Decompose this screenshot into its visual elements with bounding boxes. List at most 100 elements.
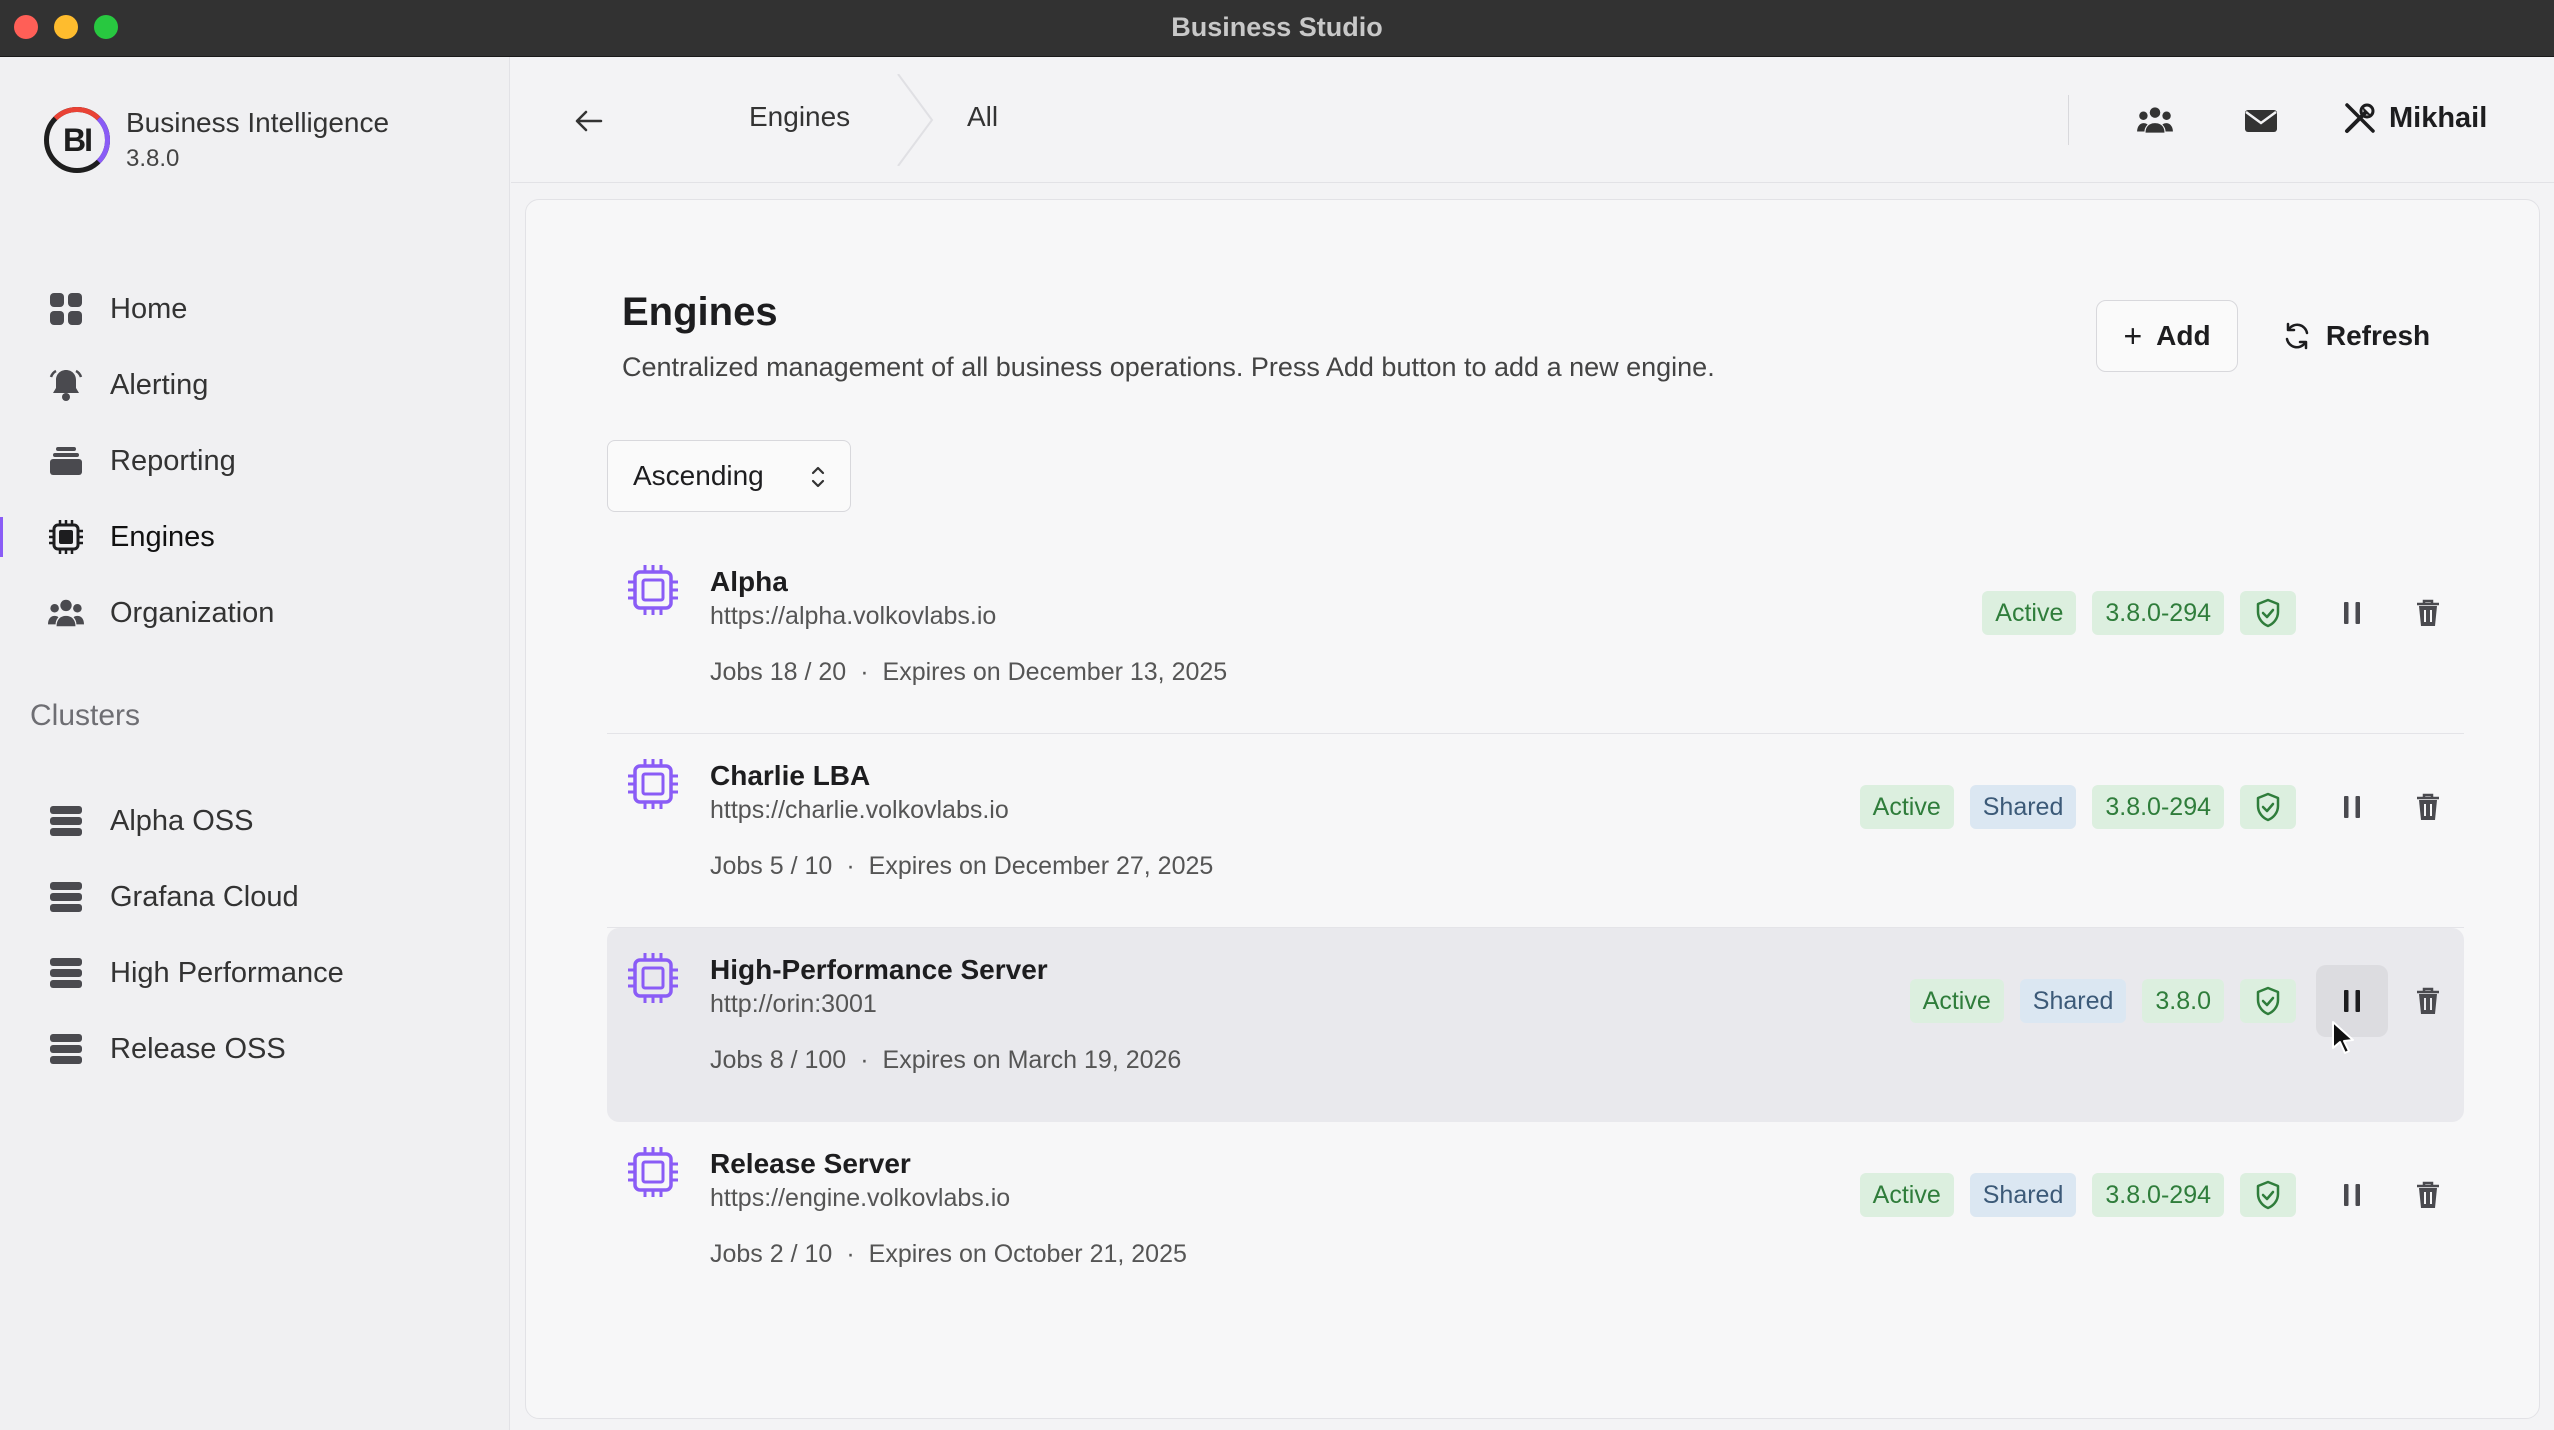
shared-badge: Shared bbox=[1969, 1173, 2077, 1217]
pause-icon bbox=[2344, 990, 2360, 1012]
engine-row[interactable]: High-Performance Server http://orin:3001… bbox=[607, 928, 2464, 1122]
shield-check-icon bbox=[2240, 979, 2296, 1023]
engine-name: Release Server bbox=[710, 1148, 911, 1179]
sidebar-item-high-performance[interactable]: High Performance bbox=[0, 935, 509, 1011]
sidebar-item-label: High Performance bbox=[110, 956, 344, 989]
breadcrumb-engines[interactable]: Engines bbox=[749, 101, 850, 133]
back-arrow-icon[interactable] bbox=[571, 103, 607, 139]
brand-name: Business Intelligence bbox=[126, 107, 390, 138]
breadcrumb-separator-icon bbox=[897, 74, 934, 166]
title-bar: Business Studio bbox=[0, 0, 2554, 57]
page-description: Centralized management of all business o… bbox=[622, 352, 1715, 382]
bell-icon bbox=[48, 367, 84, 403]
engine-chip-icon bbox=[628, 759, 678, 809]
mail-icon[interactable] bbox=[2241, 101, 2281, 141]
add-button-label: Add bbox=[2156, 320, 2211, 351]
engine-expires: Expires on March 19, 2026 bbox=[882, 1046, 1182, 1074]
add-button[interactable]: + Add bbox=[2096, 300, 2238, 372]
engine-name: Charlie LBA bbox=[710, 760, 871, 791]
status-badge: Active bbox=[1982, 591, 2077, 635]
plus-icon: + bbox=[2123, 317, 2143, 354]
version-badge: 3.8.0-294 bbox=[2092, 1173, 2224, 1217]
version-badge: 3.8.0-294 bbox=[2092, 785, 2224, 829]
engine-meta: Jobs 8 / 100 · Expires on March 19, 2026 bbox=[710, 1046, 1181, 1075]
engine-name: High-Performance Server bbox=[710, 954, 1048, 985]
trash-icon bbox=[2417, 599, 2439, 626]
meta-separator: · bbox=[860, 658, 869, 686]
shield-check-icon bbox=[2240, 1173, 2296, 1217]
sidebar-item-alerting[interactable]: Alerting bbox=[0, 347, 509, 423]
engine-expires: Expires on December 13, 2025 bbox=[882, 658, 1228, 686]
engine-chip-icon bbox=[628, 565, 678, 615]
engine-url[interactable]: https://alpha.volkovlabs.io bbox=[710, 602, 996, 631]
engine-chip-icon bbox=[628, 1147, 678, 1197]
chip-icon bbox=[48, 519, 84, 555]
grid-icon bbox=[48, 291, 84, 327]
engine-row[interactable]: Release Server https://engine.volkovlabs… bbox=[607, 1122, 2464, 1316]
server-icon bbox=[48, 1031, 84, 1067]
engine-url[interactable]: https://charlie.volkovlabs.io bbox=[710, 796, 1009, 825]
shared-badge: Shared bbox=[2019, 979, 2127, 1023]
sidebar-item-organization[interactable]: Organization bbox=[0, 575, 509, 651]
bi-logo-icon: BI bbox=[44, 107, 110, 173]
server-icon bbox=[48, 879, 84, 915]
mouse-pointer-icon bbox=[2332, 1021, 2354, 1054]
window-title: Business Studio bbox=[1171, 12, 1383, 42]
sidebar-item-engines[interactable]: Engines bbox=[0, 499, 509, 575]
engine-expires: Expires on December 27, 2025 bbox=[868, 852, 1214, 880]
stack-icon bbox=[48, 443, 84, 479]
header-divider bbox=[2068, 95, 2069, 145]
shared-badge: Shared bbox=[1969, 785, 2077, 829]
engine-actions: Active 3.8.0-294 bbox=[1982, 590, 2464, 636]
shield-check-icon bbox=[2240, 591, 2296, 635]
trash-icon bbox=[2417, 793, 2439, 820]
sort-select[interactable]: Ascending bbox=[607, 440, 851, 512]
sidebar-item-label: Release OSS bbox=[110, 1032, 286, 1065]
server-icon bbox=[48, 803, 84, 839]
engine-jobs: Jobs 5 / 10 bbox=[710, 852, 833, 880]
sidebar-item-label: Reporting bbox=[110, 444, 236, 477]
main-nav: Home Alerting Reporting Engines Organiza… bbox=[0, 271, 509, 651]
team-icon bbox=[48, 595, 84, 631]
page-title: Engines bbox=[622, 290, 778, 334]
engine-meta: Jobs 5 / 10 · Expires on December 27, 2025 bbox=[710, 852, 1213, 881]
refresh-button[interactable]: Refresh bbox=[2271, 300, 2441, 372]
app-window: Business Studio BI Business Intelligence… bbox=[0, 0, 2554, 1430]
status-badge: Active bbox=[1909, 979, 2004, 1023]
delete-button[interactable] bbox=[2392, 1159, 2464, 1231]
engine-row[interactable]: Alpha https://alpha.volkovlabs.io Jobs 1… bbox=[607, 540, 2464, 734]
user-menu[interactable]: Mikhail bbox=[2343, 101, 2487, 135]
top-header: Engines All Mikhail bbox=[511, 57, 2554, 183]
pause-button[interactable] bbox=[2316, 771, 2388, 843]
delete-button[interactable] bbox=[2392, 771, 2464, 843]
engine-jobs: Jobs 8 / 100 bbox=[710, 1046, 847, 1074]
sidebar-item-label: Organization bbox=[110, 596, 275, 629]
trash-icon bbox=[2417, 987, 2439, 1014]
pause-button[interactable] bbox=[2316, 1159, 2388, 1231]
sidebar-item-grafana-cloud[interactable]: Grafana Cloud bbox=[0, 859, 509, 935]
delete-button[interactable] bbox=[2392, 965, 2464, 1037]
sidebar-item-home[interactable]: Home bbox=[0, 271, 509, 347]
sidebar-item-alpha-oss[interactable]: Alpha OSS bbox=[0, 783, 509, 859]
engine-url[interactable]: https://engine.volkovlabs.io bbox=[710, 1184, 1010, 1213]
engine-row[interactable]: Charlie LBA https://charlie.volkovlabs.i… bbox=[607, 734, 2464, 928]
server-icon bbox=[48, 955, 84, 991]
pause-button[interactable] bbox=[2316, 577, 2388, 649]
pause-icon bbox=[2344, 602, 2360, 624]
pause-icon bbox=[2344, 1184, 2360, 1206]
sidebar-item-reporting[interactable]: Reporting bbox=[0, 423, 509, 499]
delete-button[interactable] bbox=[2392, 577, 2464, 649]
breadcrumb-all[interactable]: All bbox=[967, 101, 998, 133]
team-icon[interactable] bbox=[2135, 101, 2175, 141]
sidebar-item-release-oss[interactable]: Release OSS bbox=[0, 1011, 509, 1087]
brand-version: 3.8.0 bbox=[126, 145, 180, 172]
engines-panel: Engines Centralized management of all bu… bbox=[525, 199, 2540, 1419]
status-badge: Active bbox=[1859, 1173, 1954, 1217]
refresh-button-label: Refresh bbox=[2325, 320, 2431, 351]
shield-check-icon bbox=[2240, 785, 2296, 829]
version-badge: 3.8.0-294 bbox=[2092, 591, 2224, 635]
engines-list: Alpha https://alpha.volkovlabs.io Jobs 1… bbox=[607, 540, 2464, 1316]
engine-url[interactable]: http://orin:3001 bbox=[710, 990, 877, 1019]
brand[interactable]: BI Business Intelligence 3.8.0 bbox=[44, 107, 389, 173]
sidebar-item-label: Grafana Cloud bbox=[110, 880, 299, 913]
